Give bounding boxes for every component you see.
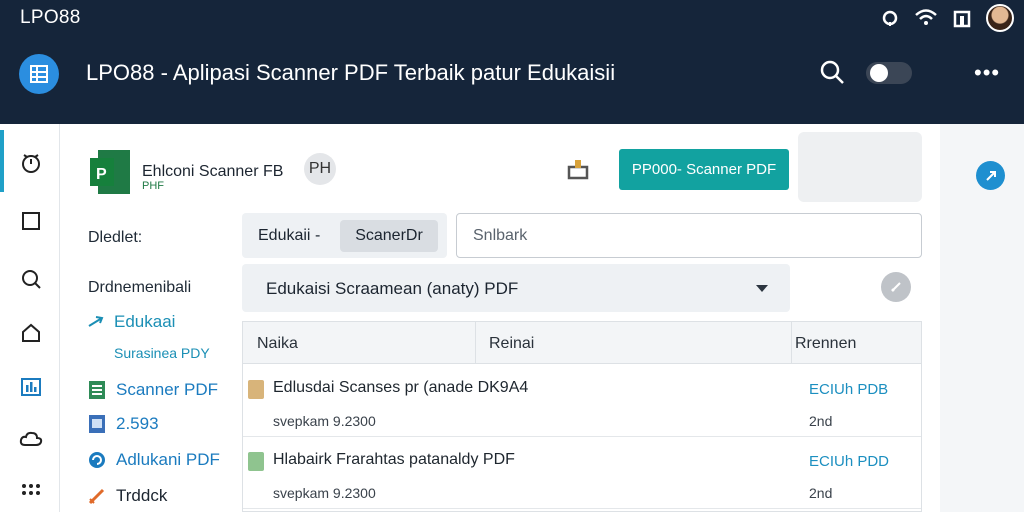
grid-icon [30, 65, 48, 83]
export-icon[interactable] [566, 158, 590, 182]
file-name: Edlusdai Scanses pr (anade DK9A4 [273, 379, 528, 397]
refresh-icon [89, 452, 105, 468]
close-icon [891, 282, 901, 292]
search-icon[interactable] [818, 58, 846, 86]
table-header: Naika Reinai Rrennen [243, 322, 921, 364]
nav-item-adlukani[interactable]: Adlukani PDF [88, 450, 220, 470]
wifi-icon [915, 9, 937, 25]
avatar[interactable] [986, 4, 1014, 32]
nav-heading-1: Dledlet: [88, 229, 143, 246]
file-meta: svepkam 9.2300 [273, 413, 376, 429]
rail-item-cloud[interactable] [18, 426, 44, 452]
nav-item-label: 2.593 [116, 414, 159, 433]
bar-chart-icon [21, 378, 41, 396]
dropdown-value: Edukaisi Scraamean (anaty) PDF [266, 279, 519, 298]
svg-text:P: P [96, 166, 107, 183]
home-icon [22, 323, 40, 342]
file-code: PDF [482, 451, 515, 468]
table-row[interactable]: Edlusdai Scanses pr (anade DK9A4 svepkam… [243, 365, 921, 437]
nav-item-surasinea[interactable]: Surasinea PDY [114, 345, 210, 361]
status-bar: LPO88 [0, 0, 1024, 36]
nav-item-label: Scanner PDF [116, 380, 219, 399]
column-divider [791, 322, 792, 364]
row-sub-value: 2nd [809, 413, 833, 429]
scanner-pdf-button[interactable]: PP000- Scanner PDF [619, 149, 789, 190]
sync-icon [985, 170, 996, 181]
apps-grid-icon [22, 484, 40, 495]
document-icon [89, 415, 105, 433]
chip-edukaii[interactable]: Edukaii - [258, 227, 320, 245]
row-action-link[interactable]: ECIUh PDB [809, 381, 888, 398]
file-meta: svepkam 9.2300 [273, 485, 376, 501]
file-icon [248, 380, 264, 399]
rail-item-home[interactable] [18, 320, 44, 346]
clear-filter-button[interactable] [881, 272, 911, 302]
column-header-detail[interactable]: Reinai [489, 335, 534, 353]
category-dropdown[interactable]: Edukaisi Scraamean (anaty) PDF [242, 264, 790, 312]
cloud-icon [19, 431, 43, 446]
nav-item-count[interactable]: 2.593 [88, 414, 159, 434]
clock-icon [22, 154, 40, 173]
nav-item-label: Adlukani PDF [116, 450, 220, 469]
left-rail [0, 124, 60, 512]
document-title: Ehlconi Scanner FB [142, 163, 284, 180]
file-title: Hlabairk Frarahtas patanaldy [273, 451, 479, 468]
app-title: LPO88 - Aplipasi Scanner PDF Terbaik pat… [86, 60, 616, 85]
file-name: Hlabairk Frarahtas patanaldy PDF [273, 451, 515, 469]
column-divider [475, 322, 476, 364]
row-action-link[interactable]: ECIUh PDD [809, 453, 889, 470]
arrow-icon [88, 316, 104, 327]
column-header-action[interactable]: Rrennen [795, 335, 856, 353]
status-icons [880, 4, 1014, 32]
file-icon [248, 452, 264, 471]
rail-item-pages[interactable] [18, 208, 44, 234]
search-input[interactable]: Snlbark [456, 213, 922, 258]
chip-separator: - [314, 227, 321, 244]
nav-item-trddck[interactable]: Trddck [88, 486, 167, 506]
nav-heading-2: Drdnemenibali [88, 279, 192, 296]
app-bar: LPO88 - Aplipasi Scanner PDF Terbaik pat… [0, 36, 1024, 124]
rail-item-apps[interactable] [18, 480, 44, 506]
preview-panel [798, 132, 922, 202]
chevron-down-icon [756, 285, 768, 292]
toggle-knob [870, 64, 888, 82]
chip-label: Edukaii [258, 227, 311, 244]
table-row[interactable]: Hlabairk Frarahtas patanaldy PDF svepkam… [243, 437, 921, 509]
nav-item-label: Edukaai [114, 312, 176, 331]
rail-item-search[interactable] [18, 266, 44, 292]
pen-icon [88, 488, 105, 505]
row-sub-value: 2nd [809, 485, 833, 501]
side-action-button[interactable] [976, 161, 1005, 190]
square-icon [22, 212, 40, 230]
rail-item-recent[interactable] [18, 150, 44, 176]
files-table: Naika Reinai Rrennen Edlusdai Scanses pr… [242, 321, 922, 512]
document-header: P Ehlconi Scanner FB PHF [88, 148, 302, 196]
filter-chip-group: Edukaii - ScanerDr [242, 213, 447, 258]
document-title-block: Ehlconi Scanner FB PHF [142, 152, 302, 192]
file-code: DK9A4 [477, 379, 529, 396]
column-header-name[interactable]: Naika [257, 335, 298, 353]
nav-item-label: Trddck [116, 486, 168, 505]
app-menu-button[interactable] [19, 54, 59, 94]
pdf-badge[interactable]: PH [304, 153, 336, 185]
spreadsheet-icon [89, 381, 105, 399]
chip-scanerdr[interactable]: ScanerDr [340, 220, 438, 252]
magnifier-icon [22, 270, 41, 289]
more-options-button[interactable]: ••• [974, 60, 1000, 86]
nav-item-label: Surasinea PDY [114, 345, 210, 361]
status-brand: LPO88 [20, 7, 81, 28]
excel-doc-icon: P [90, 150, 130, 194]
rail-item-chart[interactable] [18, 374, 44, 400]
document-subtitle: PHF [142, 180, 164, 192]
theme-toggle[interactable] [866, 62, 912, 84]
nav-item-edukaai[interactable]: Edukaai [88, 312, 175, 332]
rail-active-indicator [0, 130, 4, 192]
nav-item-scanner-pdf[interactable]: Scanner PDF [88, 380, 218, 400]
file-title: Edlusdai Scanses pr (anade [273, 379, 474, 396]
notification-icon [882, 10, 898, 26]
battery-icon [953, 10, 971, 28]
